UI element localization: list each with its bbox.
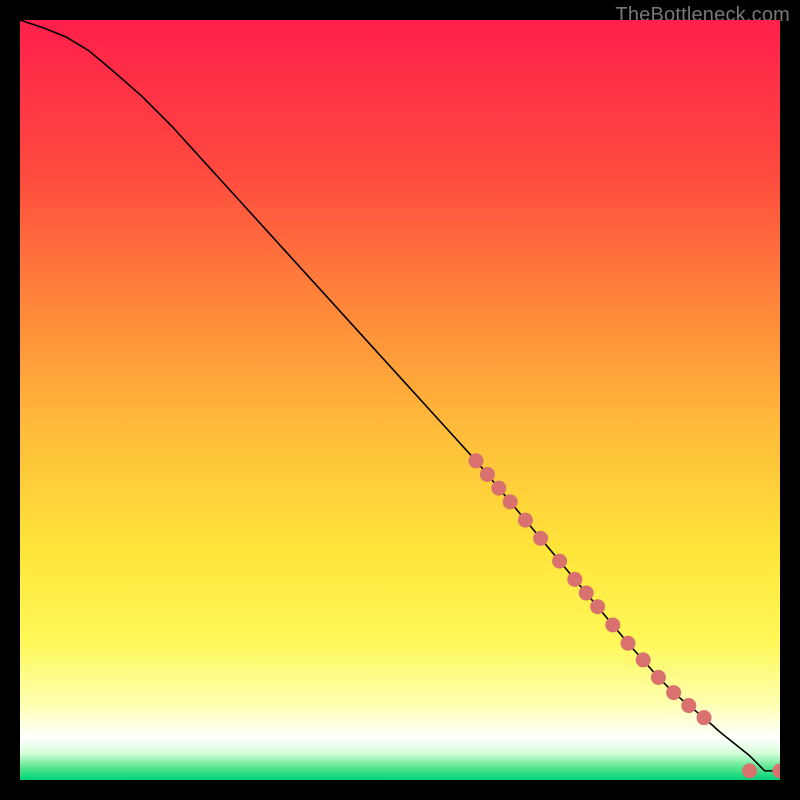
highlight-point <box>533 531 548 546</box>
highlight-point <box>552 554 567 569</box>
highlight-point <box>503 494 518 509</box>
chart-background <box>20 20 780 780</box>
highlight-point <box>742 763 757 778</box>
highlight-point <box>469 453 484 468</box>
highlight-point <box>621 636 636 651</box>
highlight-point <box>518 513 533 528</box>
highlight-point <box>590 599 605 614</box>
highlight-point <box>636 652 651 667</box>
highlight-point <box>651 670 666 685</box>
highlight-point <box>567 572 582 587</box>
highlight-point <box>605 617 620 632</box>
chart-plot-area <box>20 20 780 780</box>
highlight-point <box>579 586 594 601</box>
highlight-point <box>480 467 495 482</box>
chart-svg <box>20 20 780 780</box>
chart-stage: TheBottleneck.com <box>0 0 800 800</box>
highlight-point <box>666 685 681 700</box>
highlight-point <box>491 481 506 496</box>
highlight-point <box>681 698 696 713</box>
highlight-point <box>697 710 712 725</box>
